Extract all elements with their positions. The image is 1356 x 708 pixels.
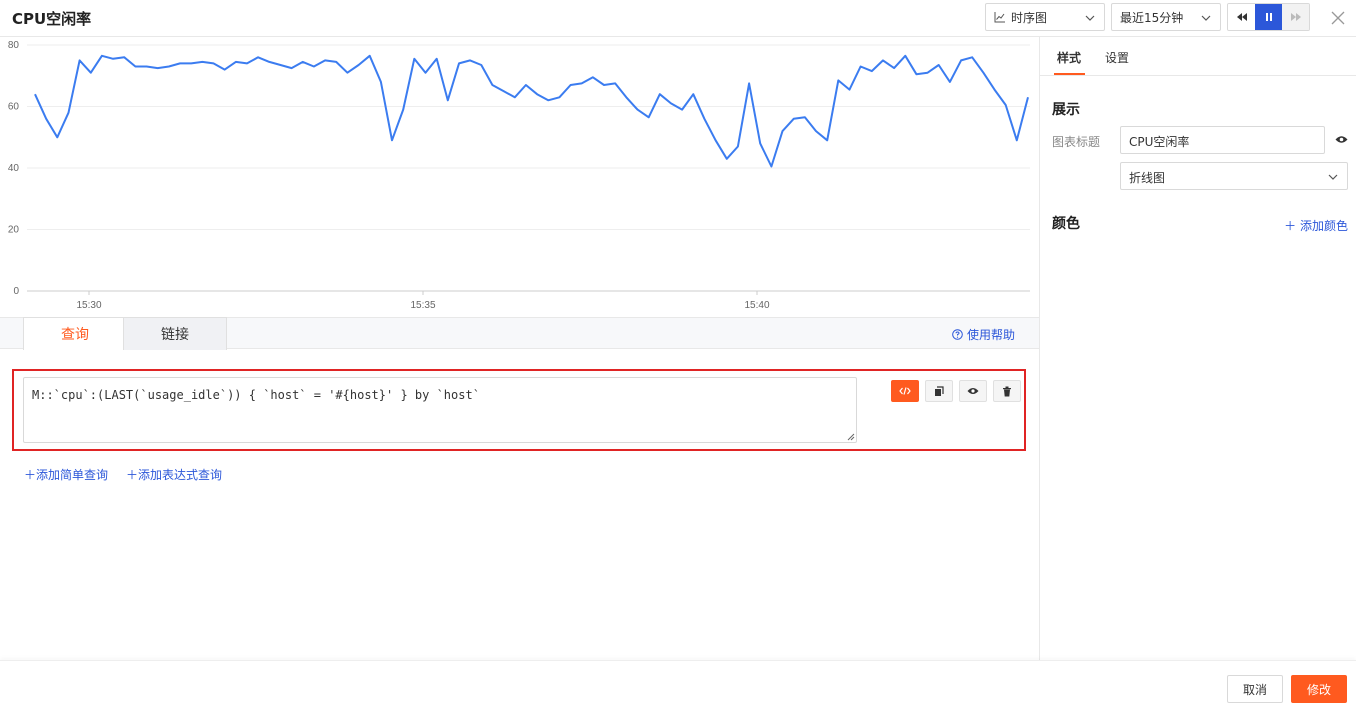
rewind-icon (1236, 13, 1247, 21)
cpu-idle-line-chart: 0 20 40 60 80 15:30 15:35 15:40 (8, 40, 1030, 311)
display-section-title: 展示 (1052, 102, 1080, 118)
chevron-down-icon (1201, 15, 1211, 21)
pause-button[interactable] (1255, 4, 1282, 30)
tab-query[interactable]: 查询 (23, 317, 127, 350)
query-text: M::`cpu`:(LAST(`usage_idle`)) { `host` =… (32, 388, 480, 402)
chart-title-input[interactable]: CPU空闲率 (1120, 126, 1325, 154)
query-editor-panel: M::`cpu`:(LAST(`usage_idle`)) { `host` =… (12, 369, 1026, 451)
y-tick-label: 0 (13, 286, 19, 297)
add-color-label: 添加颜色 (1299, 219, 1348, 233)
time-range-select[interactable]: 最近15分钟 (1111, 3, 1221, 31)
eye-icon (967, 388, 979, 394)
fast-forward-icon (1290, 13, 1301, 21)
x-tick-label: 15:40 (744, 300, 769, 311)
tab-link[interactable]: 链接 (123, 317, 227, 350)
modal-footer: 取消 修改 (0, 660, 1356, 708)
settings-panel: 样式 设置 展示 图表标题 CPU空闲率 折线图 颜色 ＋ 添加颜色 (1039, 37, 1356, 660)
add-color-link[interactable]: ＋ 添加颜色 (1284, 217, 1348, 234)
line-chart-icon (994, 12, 1005, 23)
add-expression-query-link[interactable]: ＋添加表达式查询 (126, 466, 222, 483)
plus-icon: ＋ (1284, 219, 1297, 233)
color-section-title: 颜色 (1052, 216, 1080, 232)
submit-button[interactable]: 修改 (1291, 675, 1347, 703)
page-title: CPU空闲率 (12, 10, 92, 28)
playback-controls (1227, 3, 1310, 31)
chart-area: 0 20 40 60 80 15:30 15:35 15:40 (0, 37, 1039, 317)
active-tab-indicator (1054, 73, 1085, 75)
chart-style-value: 折线图 (1129, 171, 1166, 185)
chevron-down-icon (1085, 15, 1095, 21)
plus-icon: ＋ (24, 468, 37, 482)
toggle-visibility-button[interactable] (959, 380, 987, 402)
query-actions (891, 380, 1021, 402)
help-link-label: 使用帮助 (966, 328, 1015, 342)
y-tick-label: 60 (8, 102, 20, 113)
eye-icon[interactable] (1335, 135, 1348, 144)
copy-button[interactable] (925, 380, 953, 402)
tab-settings[interactable]: 设置 (1105, 49, 1129, 66)
x-tick-label: 15:30 (76, 300, 101, 311)
time-range-value: 最近15分钟 (1120, 10, 1184, 25)
cancel-button[interactable]: 取消 (1227, 675, 1283, 703)
plus-icon: ＋ (126, 468, 139, 482)
rewind-button[interactable] (1228, 4, 1255, 30)
query-textarea[interactable]: M::`cpu`:(LAST(`usage_idle`)) { `host` =… (23, 377, 857, 443)
y-tick-label: 40 (8, 163, 20, 174)
code-mode-button[interactable] (891, 380, 919, 402)
help-link[interactable]: 使用帮助 (952, 326, 1015, 343)
query-tabs-bar: 查询 链接 使用帮助 (0, 317, 1039, 350)
close-icon[interactable] (1331, 11, 1345, 25)
y-tick-label: 80 (8, 40, 20, 51)
copy-icon (935, 385, 944, 396)
resize-handle-icon[interactable] (847, 433, 855, 441)
delete-button[interactable] (993, 380, 1021, 402)
series-line (34, 54, 1029, 168)
add-simple-query-label: 添加简单查询 (36, 468, 109, 482)
pause-icon (1265, 13, 1272, 21)
chart-style-select[interactable]: 折线图 (1120, 162, 1348, 190)
chart-title-label: 图表标题 (1052, 135, 1101, 149)
chart-type-select[interactable]: 时序图 (985, 3, 1105, 31)
settings-tabs: 样式 设置 (1040, 37, 1356, 76)
chart-type-value: 时序图 (1011, 10, 1048, 25)
add-query-links: ＋添加简单查询 ＋添加表达式查询 (24, 466, 222, 483)
trash-icon (1003, 386, 1011, 396)
code-icon (899, 387, 911, 395)
chevron-down-icon (1328, 174, 1338, 180)
help-circle-icon (952, 329, 963, 340)
x-tick-label: 15:35 (410, 300, 435, 311)
add-expression-query-label: 添加表达式查询 (138, 468, 223, 482)
add-simple-query-link[interactable]: ＋添加简单查询 (24, 466, 108, 483)
fast-forward-button[interactable] (1282, 4, 1309, 30)
tab-style[interactable]: 样式 (1057, 49, 1081, 66)
modal-header: CPU空闲率 时序图 最近15分钟 (0, 0, 1356, 37)
y-tick-label: 20 (8, 225, 20, 236)
